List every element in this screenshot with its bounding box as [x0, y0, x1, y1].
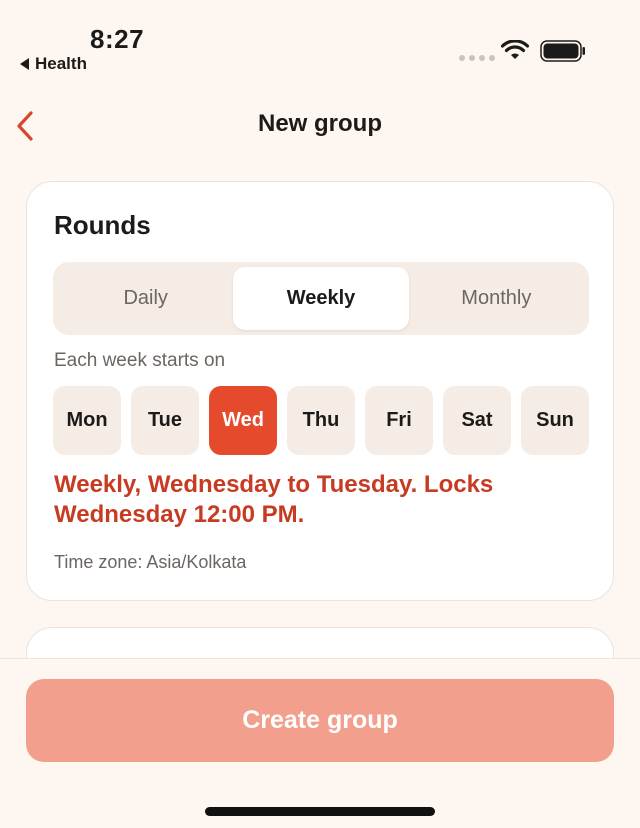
- battery-icon: [540, 40, 585, 62]
- wifi-icon: [501, 40, 529, 59]
- home-indicator: [205, 807, 435, 816]
- day-button-wed[interactable]: Wed: [209, 386, 277, 455]
- back-app-label: Health: [35, 54, 87, 73]
- frequency-option-monthly[interactable]: Monthly: [409, 267, 584, 330]
- day-button-sat[interactable]: Sat: [443, 386, 511, 455]
- back-to-app-link[interactable]: Health: [20, 54, 87, 74]
- frequency-option-daily[interactable]: Daily: [58, 267, 233, 330]
- page-title: New group: [258, 110, 382, 137]
- day-button-fri[interactable]: Fri: [365, 386, 433, 455]
- schedule-summary: Weekly, Wednesday to Tuesday. Locks Wedn…: [54, 471, 494, 528]
- signal-dots-icon: [459, 55, 495, 61]
- day-button-thu[interactable]: Thu: [287, 386, 355, 455]
- time-zone-label: Time zone: Asia/Kolkata: [54, 552, 247, 572]
- frequency-segmented-control: Daily Weekly Monthly: [53, 262, 589, 335]
- rounds-title: Rounds: [54, 210, 151, 240]
- week-start-label: Each week starts on: [54, 350, 226, 371]
- weekday-picker: Mon Tue Wed Thu Fri Sat Sun: [53, 386, 589, 455]
- status-bar: 8:27 Health: [0, 0, 640, 80]
- status-time: 8:27: [90, 24, 145, 54]
- bottom-action-bar: Create group: [0, 658, 640, 828]
- day-button-mon[interactable]: Mon: [53, 386, 121, 455]
- frequency-option-weekly[interactable]: Weekly: [233, 267, 409, 330]
- day-button-tue[interactable]: Tue: [131, 386, 199, 455]
- navigation-bar: New group: [0, 98, 640, 154]
- rounds-card: Rounds Daily Weekly Monthly Each week st…: [26, 181, 614, 601]
- create-group-button[interactable]: Create group: [26, 679, 614, 762]
- day-button-sun[interactable]: Sun: [521, 386, 589, 455]
- back-triangle-icon: [20, 58, 29, 70]
